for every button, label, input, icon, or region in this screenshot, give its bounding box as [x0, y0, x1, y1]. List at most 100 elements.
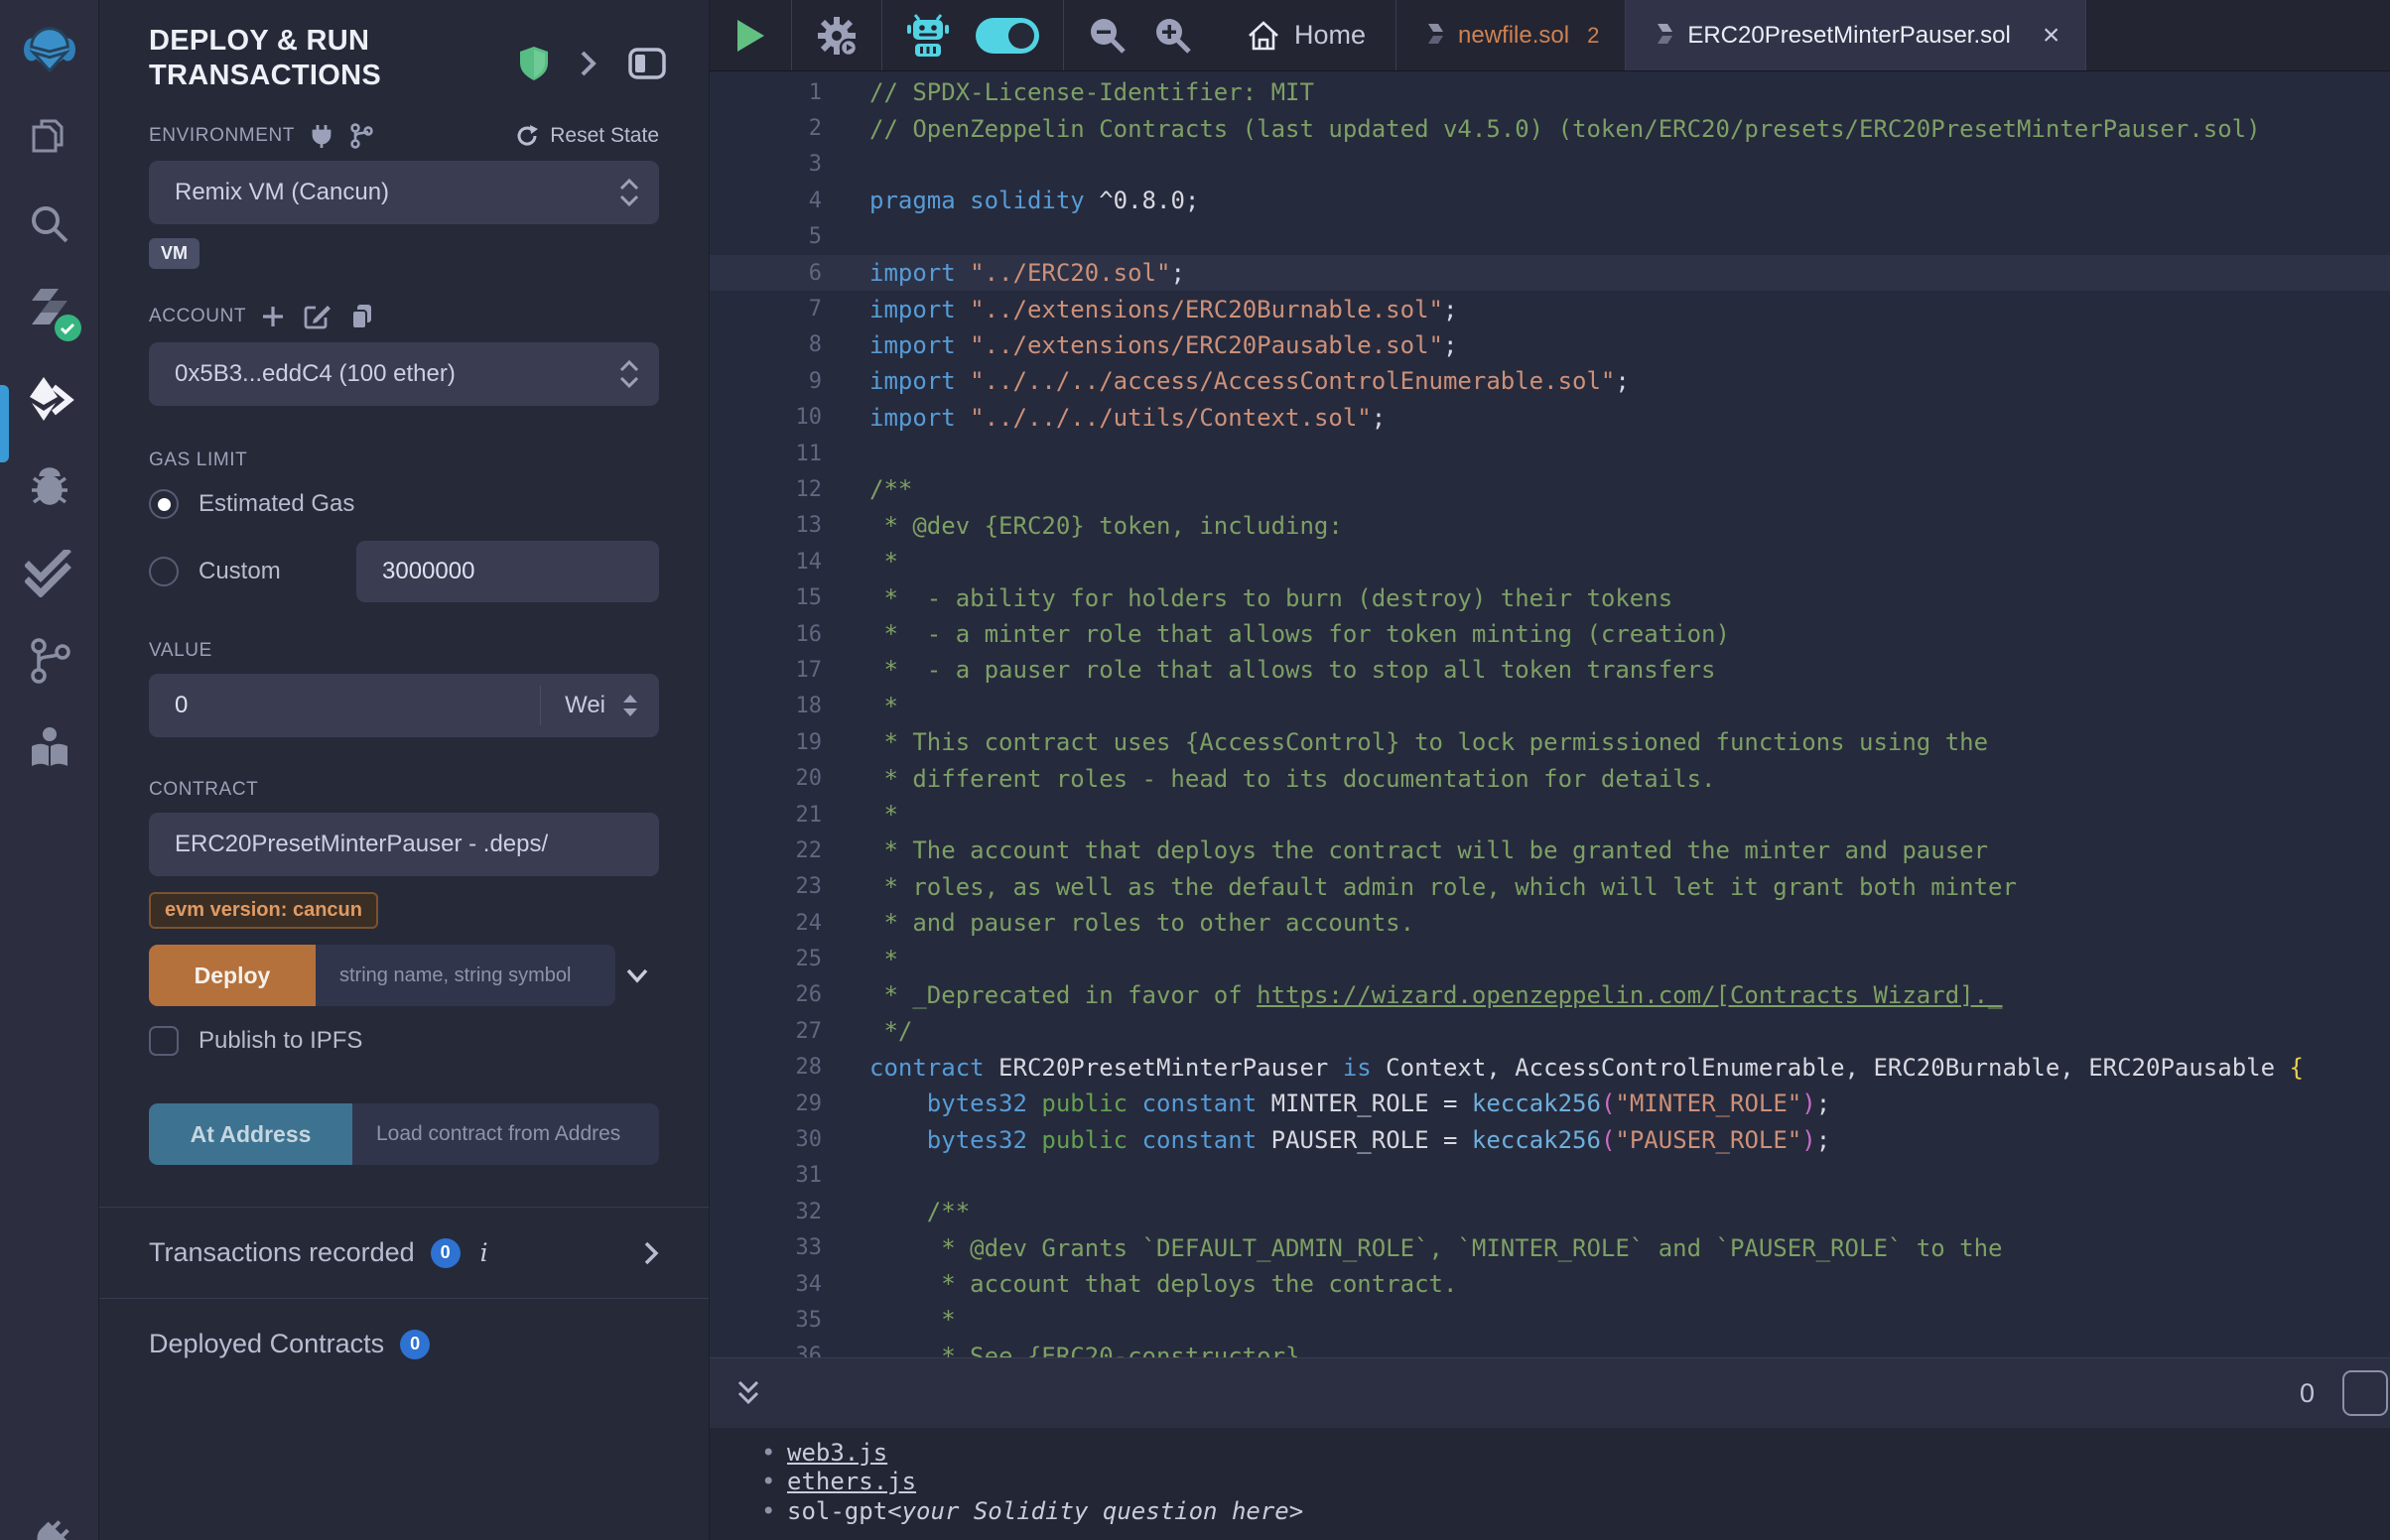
code-line-23[interactable]: 23 * roles, as well as the default admin… [710, 869, 2390, 905]
line-number: 9 [710, 369, 854, 394]
at-address-button[interactable]: At Address [149, 1103, 352, 1165]
custom-gas-input[interactable]: 3000000 [356, 541, 659, 602]
code-line-13[interactable]: 13 * @dev {ERC20} token, including: [710, 508, 2390, 544]
git-icon[interactable] [24, 635, 75, 687]
learneth-icon[interactable] [24, 722, 75, 774]
value-input[interactable]: 0 Wei [149, 674, 659, 737]
code-line-31[interactable]: 31 [710, 1158, 2390, 1194]
plugin-manager-icon[interactable] [24, 1514, 75, 1540]
code-line-8[interactable]: 8import "../extensions/ERC20Pausable.sol… [710, 327, 2390, 363]
terminal-listen-checkbox[interactable] [2342, 1370, 2388, 1416]
unit-testing-icon[interactable] [24, 548, 75, 599]
add-account-icon[interactable] [260, 304, 286, 329]
run-script-icon[interactable] [733, 17, 767, 55]
ai-copilot-toggle[interactable] [976, 18, 1039, 54]
code-line-32[interactable]: 32 /** [710, 1194, 2390, 1229]
info-icon[interactable]: i [480, 1238, 488, 1267]
code-line-5[interactable]: 5 [710, 219, 2390, 255]
code-line-10[interactable]: 10import "../../../utils/Context.sol"; [710, 400, 2390, 436]
value-label: VALUE [149, 640, 659, 662]
terminal-link-ethersjs[interactable]: ethers.js [787, 1468, 916, 1495]
reset-state-button[interactable]: Reset State [514, 123, 659, 149]
zoom-out-icon[interactable] [1088, 16, 1128, 56]
terminal-collapse-icon[interactable] [735, 1378, 761, 1408]
transactions-recorded-row[interactable]: Transactions recorded 0 i [99, 1208, 709, 1298]
remix-logo[interactable] [24, 24, 75, 75]
line-number: 21 [710, 803, 854, 828]
pin-panel-icon[interactable] [627, 47, 667, 80]
publish-ipfs-checkbox[interactable] [149, 1026, 179, 1056]
copy-address-icon[interactable] [349, 303, 375, 330]
solidity-compiler-icon[interactable] [24, 286, 75, 337]
unit-stepper-icon[interactable] [621, 693, 639, 718]
line-number: 28 [710, 1055, 854, 1080]
line-number: 8 [710, 332, 854, 357]
code-line-34[interactable]: 34 * account that deploys the contract. [710, 1266, 2390, 1302]
code-line-21[interactable]: 21 * [710, 797, 2390, 833]
fork-environment-icon[interactable] [348, 123, 374, 149]
code-line-33[interactable]: 33 * @dev Grants `DEFAULT_ADMIN_ROLE`, `… [710, 1230, 2390, 1266]
code-line-12[interactable]: 12/** [710, 471, 2390, 507]
ai-assistant-robot-icon[interactable] [906, 13, 950, 59]
code-line-7[interactable]: 7import "../extensions/ERC20Burnable.sol… [710, 291, 2390, 326]
line-number: 33 [710, 1235, 854, 1260]
expand-transactions-icon[interactable] [643, 1240, 659, 1266]
at-address-input[interactable]: Load contract from Addres [352, 1103, 659, 1165]
zoom-in-icon[interactable] [1153, 16, 1193, 56]
code-line-2[interactable]: 2// OpenZeppelin Contracts (last updated… [710, 110, 2390, 146]
code-line-19[interactable]: 19 * This contract uses {AccessControl} … [710, 724, 2390, 760]
code-line-4[interactable]: 4pragma solidity ^0.8.0; [710, 183, 2390, 218]
value-unit-select[interactable]: Wei [565, 692, 605, 719]
code-line-9[interactable]: 9import "../../../access/AccessControlEn… [710, 363, 2390, 399]
code-line-6[interactable]: 6import "../ERC20.sol"; [710, 255, 2390, 291]
code-line-18[interactable]: 18 * [710, 689, 2390, 724]
terminal-output[interactable]: •web3.js •ethers.js •sol-gpt <your Solid… [710, 1428, 2390, 1540]
file-explorer-icon[interactable] [24, 111, 75, 163]
code-line-17[interactable]: 17 * - a pauser role that allows to stop… [710, 652, 2390, 688]
line-number: 26 [710, 982, 854, 1007]
code-line-27[interactable]: 27 */ [710, 1013, 2390, 1049]
close-tab-icon[interactable]: × [2043, 21, 2060, 51]
tab-newfile-sol[interactable]: newfile.sol 2 [1395, 0, 1626, 70]
code-line-16[interactable]: 16 * - a minter role that allows for tok… [710, 616, 2390, 652]
terminal-link-web3js[interactable]: web3.js [787, 1439, 887, 1467]
debugger-icon[interactable] [24, 460, 75, 512]
code-line-15[interactable]: 15 * - ability for holders to burn (dest… [710, 579, 2390, 615]
code-line-36[interactable]: 36 * See {ERC20-constructor}. [710, 1339, 2390, 1357]
search-icon[interactable] [24, 198, 75, 250]
code-line-25[interactable]: 25 * [710, 941, 2390, 976]
expand-constructor-args-icon[interactable] [615, 967, 659, 983]
plug-icon[interactable] [309, 123, 334, 149]
environment-select[interactable]: Remix VM (Cancun) [149, 161, 659, 224]
custom-gas-radio[interactable] [149, 557, 179, 586]
account-select[interactable]: 0x5B3...eddC4 (100 ether) [149, 342, 659, 406]
line-number: 6 [710, 261, 854, 286]
code-line-24[interactable]: 24 * and pauser roles to other accounts. [710, 905, 2390, 941]
contract-select[interactable]: ERC20PresetMinterPauser - .deps/ [149, 813, 659, 876]
code-line-28[interactable]: 28contract ERC20PresetMinterPauser is Co… [710, 1050, 2390, 1086]
code-line-11[interactable]: 11 [710, 436, 2390, 471]
edit-account-icon[interactable] [304, 304, 332, 329]
code-line-26[interactable]: 26 * _Deprecated in favor of https://wiz… [710, 977, 2390, 1013]
compile-run-settings-icon[interactable] [816, 15, 858, 57]
code-line-14[interactable]: 14 * [710, 544, 2390, 579]
code-line-30[interactable]: 30 bytes32 public constant PAUSER_ROLE =… [710, 1121, 2390, 1157]
code-editor[interactable]: 1// SPDX-License-Identifier: MIT2// Open… [710, 71, 2390, 1357]
estimated-gas-radio[interactable] [149, 489, 179, 519]
deployed-contracts-row: Deployed Contracts 0 [99, 1299, 709, 1389]
tab-home[interactable]: Home [1217, 0, 1395, 70]
code-line-3[interactable]: 3 [710, 147, 2390, 183]
tab-erc20presetminterpauser-sol[interactable]: ERC20PresetMinterPauser.sol × [1626, 0, 2086, 70]
chevron-right-icon[interactable] [580, 50, 598, 77]
line-number: 14 [710, 550, 854, 575]
line-number: 27 [710, 1019, 854, 1044]
code-line-22[interactable]: 22 * The account that deploys the contra… [710, 833, 2390, 868]
code-line-20[interactable]: 20 * different roles - head to its docum… [710, 760, 2390, 796]
code-line-35[interactable]: 35 * [710, 1302, 2390, 1338]
code-line-29[interactable]: 29 bytes32 public constant MINTER_ROLE =… [710, 1086, 2390, 1121]
active-plugin-indicator [0, 385, 9, 462]
deploy-run-icon[interactable] [24, 373, 75, 425]
constructor-args-input[interactable]: string name, string symbol [316, 945, 615, 1006]
deploy-button[interactable]: Deploy [149, 945, 316, 1006]
code-line-1[interactable]: 1// SPDX-License-Identifier: MIT [710, 74, 2390, 110]
